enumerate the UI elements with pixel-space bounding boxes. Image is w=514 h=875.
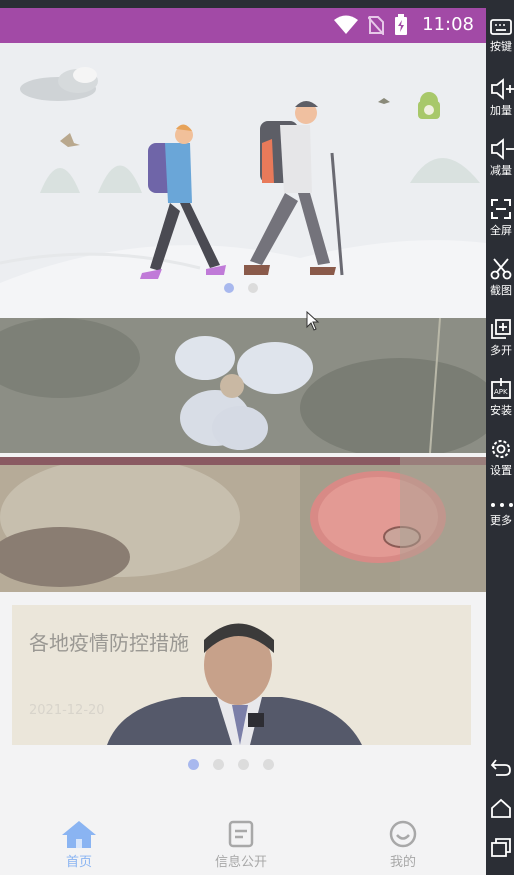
news-dot-3[interactable] (238, 759, 249, 770)
mouse-cursor-icon (306, 310, 320, 335)
hero-carousel-indicator (224, 283, 258, 293)
sidebar-item-volume-up[interactable]: 加量 (490, 78, 514, 118)
sidebar-item-screenshot[interactable]: 截图 (490, 258, 514, 298)
sidebar-item-fullscreen[interactable]: 全屏 (490, 198, 514, 238)
hero-banner[interactable] (0, 43, 486, 318)
sidebar-item-keys-label: 按键 (490, 40, 512, 53)
sidebar-item-multi-open[interactable]: 多开 (490, 318, 514, 358)
smiley-icon (389, 820, 417, 848)
sidebar-item-more[interactable]: 更多 (490, 500, 514, 528)
flower-photo (0, 318, 486, 453)
news-photo (12, 605, 471, 745)
tab-info-label: 信息公开 (214, 855, 267, 870)
tab-mine[interactable]: 我的 (353, 819, 453, 870)
gear-icon (492, 440, 510, 458)
news-dot-1[interactable] (188, 759, 199, 770)
nav-recents-button[interactable] (490, 836, 514, 858)
flower-image-card[interactable] (0, 318, 486, 453)
volume-up-icon (491, 78, 514, 100)
sidebar-item-volume-down[interactable]: 减量 (490, 138, 514, 178)
sidebar-item-settings-label: 设置 (490, 464, 512, 477)
news-date: 2021-12-20 (29, 703, 105, 718)
bird-left (60, 133, 80, 147)
fullscreen-icon (491, 199, 511, 219)
status-time: 11:08 (422, 14, 474, 35)
sidebar-item-install-label: 安装 (490, 404, 512, 417)
news-dot-2[interactable] (213, 759, 224, 770)
android-robot (418, 92, 440, 119)
nav-home-button[interactable] (490, 797, 514, 819)
sidebar-item-fullscreen-label: 全屏 (490, 224, 512, 237)
back-icon (490, 759, 511, 776)
sidebar-item-volume-down-label: 减量 (490, 164, 512, 177)
sidebar-item-settings[interactable]: 设置 (490, 438, 514, 478)
tab-home[interactable]: 首页 (29, 819, 129, 870)
news-title: 各地疫情防控措施 (29, 631, 189, 655)
scissors-icon (490, 258, 512, 280)
hero-dot-1[interactable] (224, 283, 234, 293)
home-icon (62, 821, 96, 848)
tab-home-label: 首页 (65, 855, 92, 870)
sidebar-item-volume-up-label: 加量 (490, 104, 512, 117)
nav-back-button[interactable] (490, 756, 514, 778)
bottom-tab-bar: 首页 信息公开 我的 (0, 811, 486, 875)
volume-down-icon (491, 138, 514, 160)
no-sim-icon (368, 16, 384, 35)
emulator-sidebar: 按键 加量 减量 全屏 截图 多开 APK 安装 设置 更多 (486, 0, 514, 875)
svg-text:APK: APK (494, 388, 508, 396)
sidebar-item-screenshot-label: 截图 (490, 284, 512, 297)
lantern-photo (0, 457, 486, 592)
sidebar-item-multi-open-label: 多开 (490, 344, 512, 357)
hiker-man (244, 101, 344, 276)
home-nav-icon (491, 798, 511, 818)
recents-icon (491, 838, 511, 857)
window-top-strip (0, 0, 514, 8)
news-carousel-indicator (188, 759, 274, 770)
news-dot-4[interactable] (263, 759, 274, 770)
lantern-image-card[interactable] (0, 457, 486, 592)
document-icon (228, 820, 254, 848)
multi-open-icon (491, 319, 511, 339)
apk-install-icon: APK (491, 378, 511, 399)
tab-info[interactable]: 信息公开 (191, 819, 291, 870)
sidebar-item-install[interactable]: APK 安装 (490, 378, 514, 418)
wifi-icon (334, 15, 358, 34)
keyboard-icon (490, 19, 512, 35)
news-card[interactable]: 各地疫情防控措施 2021-12-20 (12, 605, 471, 745)
sidebar-item-keys[interactable]: 按键 (490, 18, 514, 54)
hero-dot-2[interactable] (248, 283, 258, 293)
hikers-illustration (0, 67, 486, 318)
status-bar: 11:08 (0, 8, 486, 43)
more-dots-icon (491, 503, 513, 507)
tab-mine-label: 我的 (389, 855, 416, 870)
phone-screen: 11:08 各地疫情防控措施 2021-12-20 首页 信息公开 我的 (0, 8, 486, 875)
sidebar-item-more-label: 更多 (490, 514, 512, 527)
battery-charging-icon (395, 14, 407, 35)
status-icons (334, 14, 408, 36)
